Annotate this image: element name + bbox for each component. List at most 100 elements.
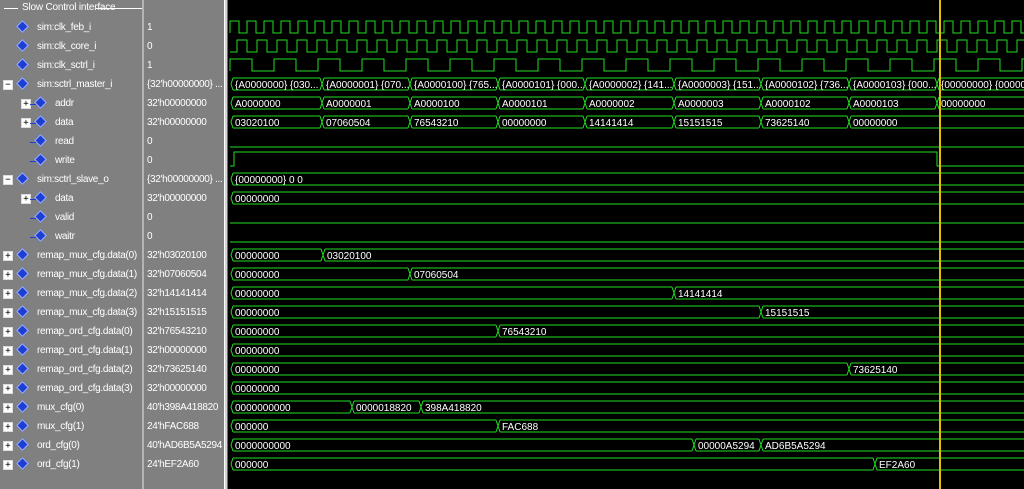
signal-row[interactable]: + remap_ord_cfg.data(0) <box>0 322 142 341</box>
signal-row[interactable]: + remap_ord_cfg.data(2) <box>0 360 142 379</box>
waveform-canvas[interactable]: {A0000000} {030... {A0000001} {070... {A00… <box>228 0 1024 489</box>
signal-value: 32'h00000000 <box>147 383 207 394</box>
signal-row[interactable]: sim:clk_feb_i <box>0 18 142 37</box>
group-header[interactable]: Slow Control interface <box>0 0 142 15</box>
bus-value-label: 15151515 <box>765 308 810 319</box>
signal-row[interactable]: write <box>0 151 142 170</box>
bus-value-label: {A0000101} {000... <box>502 80 585 91</box>
signal-row[interactable]: waitr <box>0 227 142 246</box>
expand-icon[interactable]: + <box>3 327 13 337</box>
bus-value-label: 00000000 <box>853 118 898 129</box>
signal-value: 0 <box>147 41 153 52</box>
signal-value-cell[interactable]: 32'h15151515 <box>144 303 224 322</box>
signal-name: data <box>55 117 74 128</box>
signal-value-cell[interactable]: 32'h07060504 <box>144 265 224 284</box>
signal-name: sim:clk_sctrl_i <box>37 60 95 71</box>
bus-value-label: {A0000002} {141... <box>589 80 672 91</box>
expand-icon[interactable]: + <box>3 270 13 280</box>
signal-value-cell[interactable]: 40'hAD6B5A5294 <box>144 436 224 455</box>
bus-transition <box>230 362 234 376</box>
signal-value: 32'h00000000 <box>147 117 207 128</box>
collapse-icon[interactable]: − <box>3 175 13 185</box>
signal-value-cell[interactable]: 32'h73625140 <box>144 360 224 379</box>
signal-name: sim:clk_core_i <box>37 41 97 52</box>
signal-value: 32'h14141414 <box>147 288 207 299</box>
bus-transition <box>420 400 424 414</box>
signal-value-cell[interactable]: 24'hEF2A60 <box>144 455 224 474</box>
expand-icon[interactable]: + <box>3 251 13 261</box>
signal-row[interactable]: + remap_ord_cfg.data(3) <box>0 379 142 398</box>
clock-trace <box>229 20 1024 34</box>
bus-value-label: A0000003 <box>678 99 724 110</box>
signal-value-cell[interactable]: 32'h14141414 <box>144 284 224 303</box>
time-cursor[interactable] <box>939 0 941 489</box>
signal-value-cell[interactable]: 32'h00000000 <box>144 341 224 360</box>
bus-value-label: {A0000000} {030... <box>235 80 318 91</box>
bus-value-label: 73625140 <box>853 365 898 376</box>
signal-name: ord_cfg(0) <box>37 440 80 451</box>
signal-value-cell[interactable]: 0 <box>144 132 224 151</box>
bus-transition <box>497 77 501 91</box>
signal-arrow-icon <box>30 237 36 238</box>
signal-value-cell[interactable]: 32'h00000000 <box>144 189 224 208</box>
expand-icon[interactable]: + <box>3 289 13 299</box>
signal-name: ord_cfg(1) <box>37 459 80 470</box>
signal-row[interactable]: + ord_cfg(0) <box>0 436 142 455</box>
signal-row[interactable]: + data <box>0 113 142 132</box>
signal-row[interactable]: + addr <box>0 94 142 113</box>
signal-row[interactable]: + ord_cfg(1) <box>0 455 142 474</box>
bus-transition <box>497 419 501 433</box>
signal-value-cell[interactable]: 40'h398A418820 <box>144 398 224 417</box>
bus-transition <box>230 191 234 205</box>
signal-value: 32'h07060504 <box>147 269 207 280</box>
signal-row[interactable]: + remap_mux_cfg.data(2) <box>0 284 142 303</box>
signal-diamond-icon <box>16 362 29 375</box>
signal-name: remap_ord_cfg.data(3) <box>37 383 133 394</box>
signal-row[interactable]: − sim:sctrl_slave_o <box>0 170 142 189</box>
signal-row[interactable]: valid <box>0 208 142 227</box>
signal-value-cell[interactable]: 24'hFAC688 <box>144 417 224 436</box>
signal-row[interactable]: + mux_cfg(0) <box>0 398 142 417</box>
bus-transition <box>874 457 878 471</box>
signal-row[interactable]: + mux_cfg(1) <box>0 417 142 436</box>
signal-row[interactable]: sim:clk_sctrl_i <box>0 56 142 75</box>
signal-value-cell[interactable]: 32'h00000000 <box>144 113 224 132</box>
signal-value-cell[interactable]: 0 <box>144 37 224 56</box>
bus-transition <box>230 400 234 414</box>
signal-row[interactable]: sim:clk_core_i <box>0 37 142 56</box>
collapse-icon[interactable]: − <box>3 80 13 90</box>
expand-icon[interactable]: + <box>3 460 13 470</box>
signal-diamond-icon <box>16 77 29 90</box>
signal-row[interactable]: + remap_ord_cfg.data(1) <box>0 341 142 360</box>
expand-icon[interactable]: + <box>3 422 13 432</box>
signal-value-cell[interactable]: 32'h00000000 <box>144 379 224 398</box>
signal-value-cell[interactable]: 0 <box>144 151 224 170</box>
bus-transition <box>673 96 677 110</box>
signal-row[interactable]: + remap_mux_cfg.data(3) <box>0 303 142 322</box>
signal-value-cell[interactable]: 1 <box>144 18 224 37</box>
signal-name: remap_ord_cfg.data(1) <box>37 345 133 356</box>
signal-value-cell[interactable]: 0 <box>144 208 224 227</box>
signal-row[interactable]: + remap_mux_cfg.data(1) <box>0 265 142 284</box>
signal-row[interactable]: + data <box>0 189 142 208</box>
signal-value-cell[interactable]: 1 <box>144 56 224 75</box>
signal-value-cell[interactable]: {32'h00000000} ... <box>144 75 224 94</box>
bus-transition <box>497 115 501 129</box>
signal-value-cell[interactable]: 32'h76543210 <box>144 322 224 341</box>
signal-row[interactable]: − sim:sctrl_master_i <box>0 75 142 94</box>
expand-icon[interactable]: + <box>3 365 13 375</box>
bus-transition <box>230 248 234 262</box>
signal-value-cell[interactable]: 0 <box>144 227 224 246</box>
signal-value-cell[interactable]: 32'h00000000 <box>144 94 224 113</box>
signal-value-cell[interactable]: {32'h00000000} ... <box>144 170 224 189</box>
signal-diamond-icon <box>16 305 29 318</box>
signal-value-cell[interactable]: 32'h03020100 <box>144 246 224 265</box>
expand-icon[interactable]: + <box>3 441 13 451</box>
expand-icon[interactable]: + <box>3 346 13 356</box>
signal-row[interactable]: + remap_mux_cfg.data(0) <box>0 246 142 265</box>
signal-row[interactable]: read <box>0 132 142 151</box>
expand-icon[interactable]: + <box>3 403 13 413</box>
waveform-pane[interactable]: {A0000000} {030... {A0000001} {070... {A00… <box>228 0 1024 489</box>
expand-icon[interactable]: + <box>3 308 13 318</box>
expand-icon[interactable]: + <box>3 384 13 394</box>
